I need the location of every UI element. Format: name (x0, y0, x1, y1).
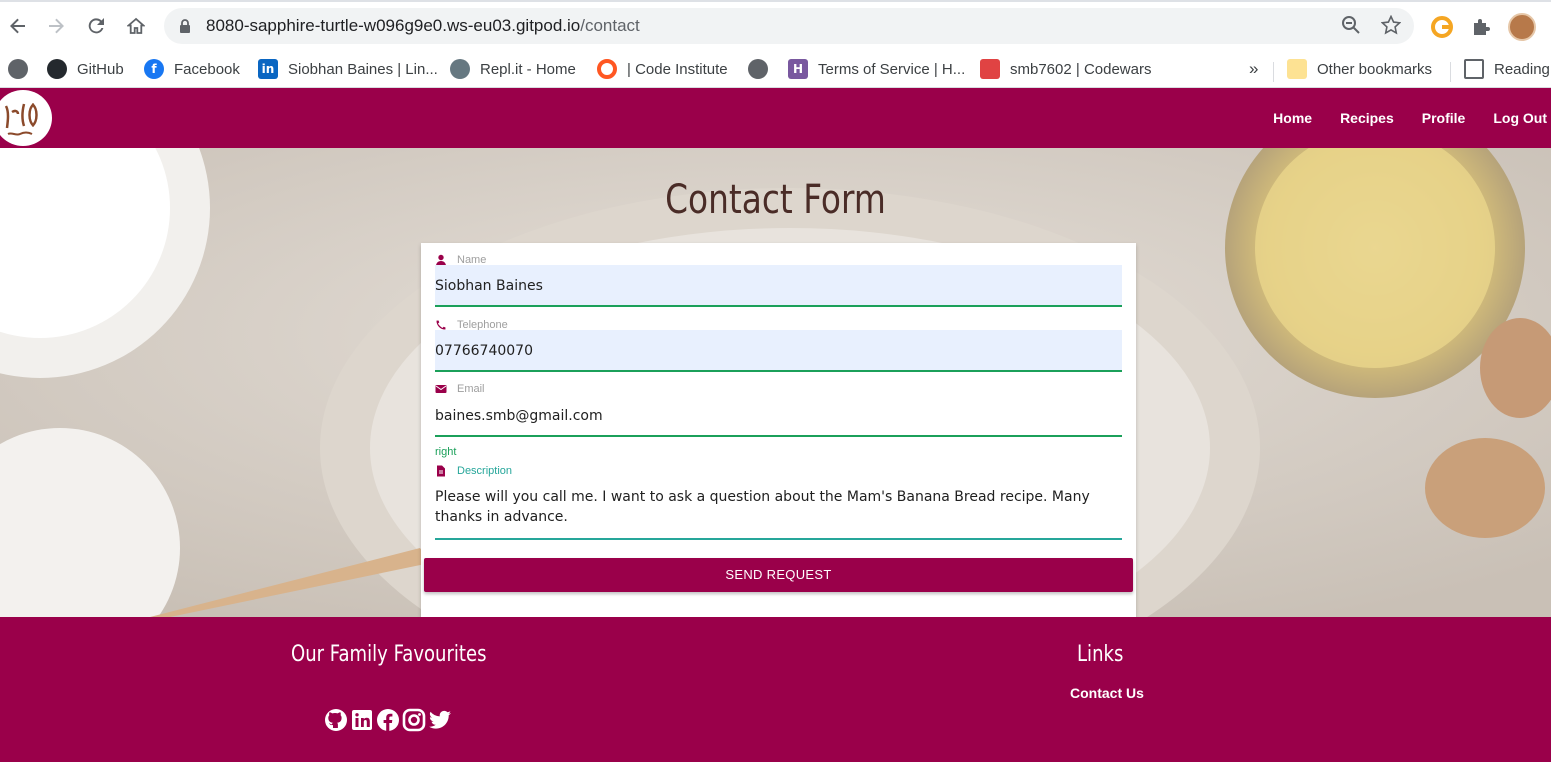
facebook-icon[interactable] (376, 708, 400, 732)
reading-list-icon (1464, 59, 1484, 79)
links-heading: Links (1077, 642, 1124, 667)
bookmark-heroku[interactable]: H Terms of Service | H... (788, 56, 965, 82)
description-textarea-value: Please will you call me. I want to ask a… (435, 489, 1090, 525)
reading-list-button[interactable]: Reading (1464, 56, 1550, 82)
back-icon[interactable] (3, 11, 33, 41)
email-helper-text: right (435, 446, 457, 458)
telephone-input-value: 07766740070 (435, 343, 533, 359)
site-navbar: Home Recipes Profile Log Out (0, 88, 1551, 148)
bookmark-label: GitHub (77, 60, 124, 78)
nav-home-link[interactable]: Home (1273, 110, 1312, 126)
bookmark-divider (1273, 62, 1274, 82)
facebook-icon: f (144, 59, 164, 79)
email-input[interactable]: baines.smb@gmail.com (435, 395, 1122, 437)
other-bookmarks-folder[interactable]: Other bookmarks (1287, 56, 1432, 82)
nav-links: Home Recipes Profile Log Out (1245, 88, 1547, 148)
github-icon (47, 59, 67, 79)
bookmark-label: smb7602 | Codewars (1010, 60, 1152, 78)
instagram-icon[interactable] (402, 708, 426, 732)
bookmark-codewars[interactable]: smb7602 | Codewars (980, 56, 1151, 82)
page-title: Contact Form (665, 177, 886, 223)
bookmark-facebook[interactable]: f Facebook (144, 56, 240, 82)
send-request-button[interactable]: SEND REQUEST (424, 558, 1133, 592)
contact-form-card: Name Siobhan Baines Telephone 0776674007… (421, 243, 1136, 617)
bookmark-globe-1[interactable] (8, 56, 38, 82)
nav-recipes-link[interactable]: Recipes (1340, 110, 1394, 126)
bookmark-linkedin[interactable]: in Siobhan Baines | Lin... (258, 56, 438, 82)
globe-icon (748, 59, 768, 79)
codewars-icon (980, 59, 1000, 79)
linkedin-icon: in (258, 59, 278, 79)
bookmark-label: Siobhan Baines | Lin... (288, 60, 438, 78)
home-icon[interactable] (121, 11, 151, 41)
other-bookmarks-label: Other bookmarks (1317, 60, 1433, 78)
forward-icon[interactable] (41, 11, 71, 41)
replit-icon (450, 59, 470, 79)
contact-us-link[interactable]: Contact Us (1070, 685, 1144, 701)
overflow-label: » (1249, 59, 1259, 78)
heroku-icon: H (788, 59, 808, 79)
url-text: 8080-sapphire-turtle-w096g9e0.ws-eu03.gi… (206, 16, 640, 35)
bookmark-divider (1450, 62, 1451, 82)
bookmark-label: | Code Institute (627, 60, 728, 78)
telephone-input[interactable]: 07766740070 (435, 330, 1122, 372)
grammarly-extension-icon[interactable] (1430, 15, 1454, 39)
reading-list-label: Reading (1494, 60, 1550, 78)
code-institute-icon (597, 59, 617, 79)
folder-icon (1287, 59, 1307, 79)
star-icon[interactable] (1380, 14, 1402, 37)
site-footer: Our Family Favourites Links Contact Us (0, 617, 1551, 762)
bookmarks-bar: GitHub f Facebook in Siobhan Baines | Li… (0, 50, 1551, 88)
bookmark-label: Terms of Service | H... (818, 60, 966, 78)
lock-icon (180, 19, 190, 33)
name-input-value: Siobhan Baines (435, 278, 543, 294)
social-icons (324, 708, 454, 732)
twitter-icon[interactable] (428, 708, 452, 732)
github-icon[interactable] (324, 708, 348, 732)
email-label: Email (435, 383, 485, 395)
profile-avatar[interactable] (1508, 13, 1536, 41)
document-icon (437, 465, 445, 477)
bookmark-label: Repl.it - Home (480, 60, 576, 78)
bookmark-code-institute[interactable]: | Code Institute (597, 56, 728, 82)
bookmark-globe-2[interactable] (748, 56, 778, 82)
lets-bake-logo[interactable] (0, 90, 52, 146)
favourites-heading: Our Family Favourites (291, 642, 487, 667)
bookmark-replit[interactable]: Repl.it - Home (450, 56, 576, 82)
nav-profile-link[interactable]: Profile (1422, 110, 1466, 126)
email-label-text: Email (457, 383, 485, 395)
envelope-icon (435, 385, 447, 393)
bookmark-label: Facebook (174, 60, 240, 78)
description-textarea[interactable]: Please will you call me. I want to ask a… (435, 486, 1122, 540)
description-label: Description (435, 465, 512, 477)
reload-icon[interactable] (81, 11, 111, 41)
linkedin-icon[interactable] (350, 708, 374, 732)
address-bar[interactable]: 8080-sapphire-turtle-w096g9e0.ws-eu03.gi… (164, 8, 1414, 44)
email-input-value: baines.smb@gmail.com (435, 408, 603, 424)
nav-logout-link[interactable]: Log Out (1493, 110, 1547, 126)
extensions-puzzle-icon[interactable] (1470, 15, 1494, 39)
description-label-text: Description (457, 465, 513, 477)
name-input[interactable]: Siobhan Baines (435, 265, 1122, 307)
bookmarks-overflow-button[interactable]: » (1249, 56, 1258, 82)
browser-toolbar: 8080-sapphire-turtle-w096g9e0.ws-eu03.gi… (0, 0, 1551, 50)
globe-icon (8, 59, 28, 79)
bookmark-github[interactable]: GitHub (47, 56, 124, 82)
zoom-icon[interactable] (1340, 15, 1362, 37)
